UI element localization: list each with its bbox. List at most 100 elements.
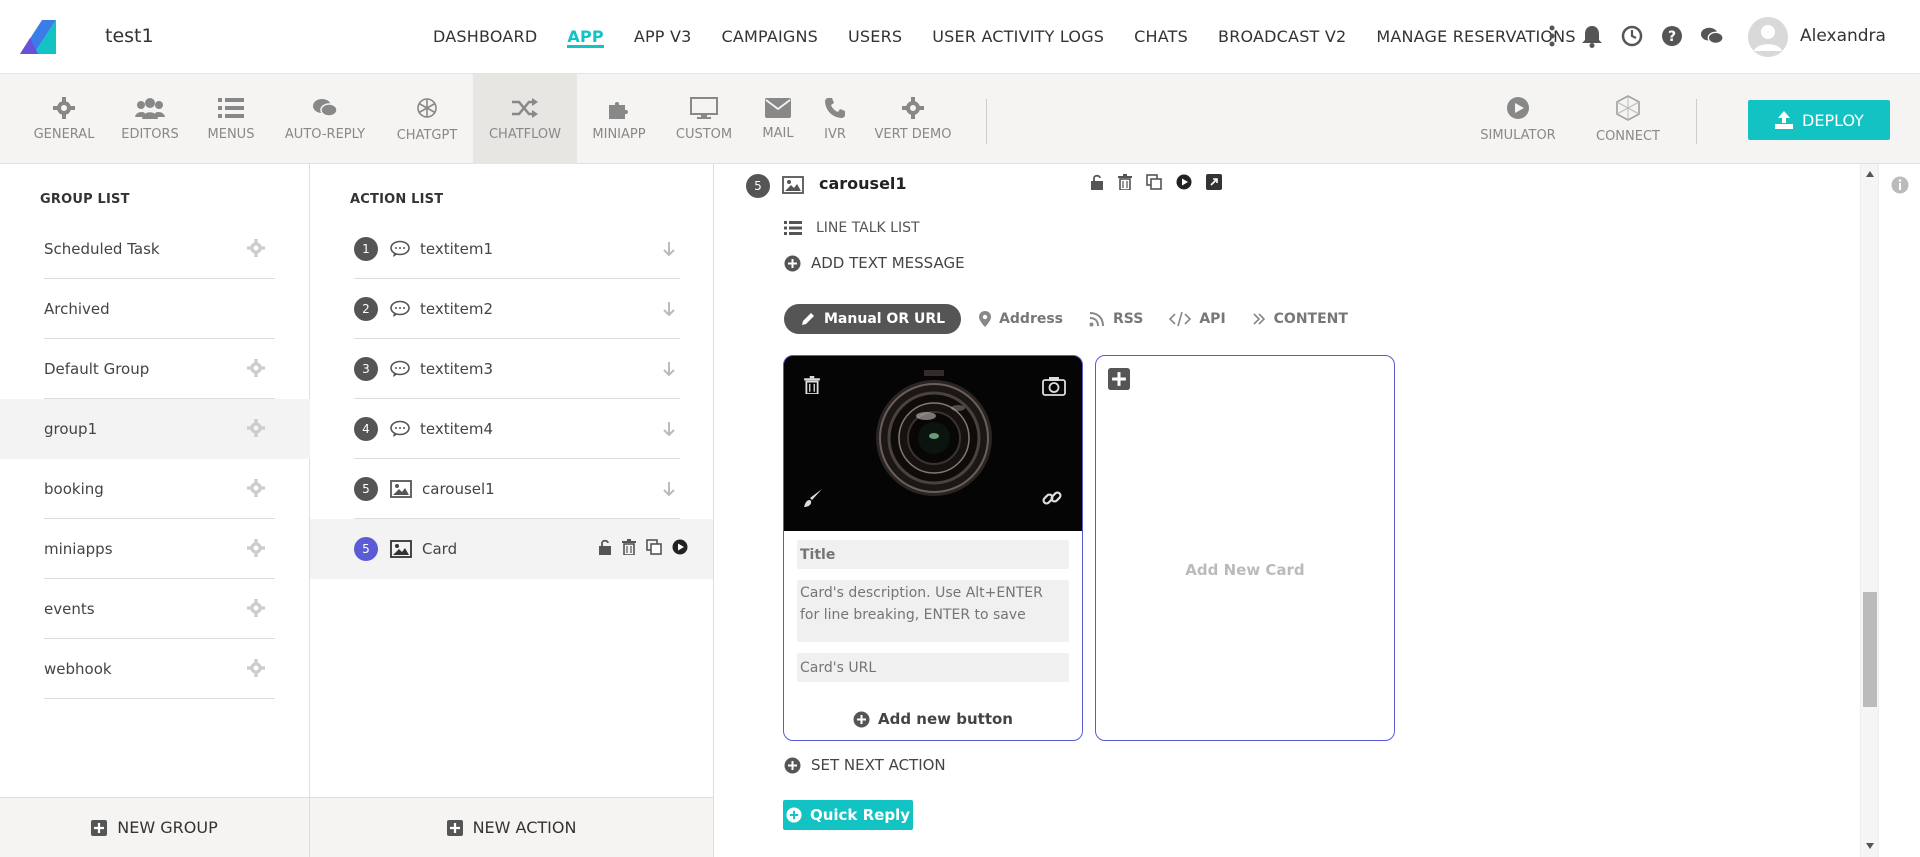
arrow-down-icon[interactable]: [662, 481, 676, 497]
trash-icon[interactable]: [804, 376, 820, 394]
set-next-action-button[interactable]: SET NEXT ACTION: [784, 756, 946, 774]
nav-chats[interactable]: CHATS: [1134, 0, 1188, 74]
unlock-icon[interactable]: [1090, 174, 1104, 190]
nav-app-v3[interactable]: APP V3: [634, 0, 692, 74]
action-item-textitem2[interactable]: 2 textitem2: [354, 279, 680, 339]
trash-icon[interactable]: [1118, 174, 1132, 190]
group-item-miniapps[interactable]: miniapps: [44, 519, 275, 579]
tab-manual-or-url[interactable]: Manual OR URL: [784, 304, 962, 334]
step-title[interactable]: carousel1: [819, 174, 907, 193]
group-item-booking[interactable]: booking: [44, 459, 275, 519]
clock-icon[interactable]: [1620, 22, 1644, 50]
action-item-textitem4[interactable]: 4 textitem4: [354, 399, 680, 459]
tool-chatgpt[interactable]: CHATGPT: [392, 74, 462, 164]
action-item-card[interactable]: 5 Card: [310, 519, 713, 579]
speech-bubble-icon: [390, 360, 410, 378]
tab-api[interactable]: API: [1169, 311, 1226, 327]
copy-icon[interactable]: [1146, 174, 1162, 190]
paintbrush-icon[interactable]: [802, 487, 824, 509]
tool-simulator[interactable]: SIMULATOR: [1476, 74, 1560, 164]
arrow-down-icon[interactable]: [662, 361, 676, 377]
card-image[interactable]: [784, 356, 1082, 531]
deploy-label: DEPLOY: [1802, 110, 1864, 130]
tool-custom[interactable]: CUSTOM: [672, 74, 736, 164]
camera-icon[interactable]: [1042, 376, 1066, 396]
nav-dashboard[interactable]: DASHBOARD: [433, 0, 537, 74]
group-item-webhook[interactable]: webhook: [44, 639, 275, 699]
card-description-input[interactable]: [797, 580, 1069, 642]
line-talk-list[interactable]: LINE TALK LIST: [784, 220, 920, 236]
gear-icon[interactable]: [247, 479, 265, 497]
tool-connect[interactable]: CONNECT: [1588, 74, 1668, 164]
quick-reply-button[interactable]: Quick Reply: [783, 800, 913, 830]
tool-vert-demo[interactable]: VERT DEMO: [872, 74, 954, 164]
chat-bubbles-icon[interactable]: [1700, 22, 1724, 50]
scroll-down-icon[interactable]: [1865, 842, 1875, 850]
deploy-button[interactable]: DEPLOY: [1748, 100, 1890, 140]
gear-icon[interactable]: [247, 359, 265, 377]
group-item-scheduled-task[interactable]: Scheduled Task: [44, 219, 275, 279]
group-item-group1[interactable]: group1: [0, 399, 310, 459]
gear-icon[interactable]: [247, 659, 265, 677]
tool-mail[interactable]: MAIL: [758, 74, 798, 164]
tool-ivr[interactable]: IVR: [818, 74, 852, 164]
add-new-card[interactable]: Add New Card: [1095, 355, 1395, 741]
new-group-button[interactable]: NEW GROUP: [0, 797, 309, 857]
tab-content[interactable]: CONTENT: [1252, 311, 1348, 327]
list-icon: [218, 97, 244, 118]
group-item-archived[interactable]: Archived: [44, 279, 275, 339]
tool-editors[interactable]: EDITORS: [118, 74, 182, 164]
tab-rss[interactable]: RSS: [1089, 311, 1143, 327]
action-item-tools: [598, 539, 688, 555]
gear-icon[interactable]: [247, 419, 265, 437]
gear-icon[interactable]: [247, 599, 265, 617]
card-url-input[interactable]: [797, 653, 1069, 682]
nav-campaigns[interactable]: CAMPAIGNS: [721, 0, 818, 74]
nav-app[interactable]: APP: [567, 0, 605, 74]
tab-address[interactable]: Address: [979, 311, 1063, 327]
avatar[interactable]: [1748, 17, 1788, 57]
nav-user-activity-logs[interactable]: USER ACTIVITY LOGS: [932, 0, 1104, 74]
gear-icon[interactable]: [247, 539, 265, 557]
user-name[interactable]: Alexandra: [1800, 26, 1886, 46]
action-item-textitem3[interactable]: 3 textitem3: [354, 339, 680, 399]
app-logo[interactable]: [20, 20, 56, 54]
arrow-down-icon[interactable]: [662, 301, 676, 317]
editor-scrollbar[interactable]: [1860, 164, 1878, 857]
action-item-carousel1[interactable]: 5 carousel1: [354, 459, 680, 519]
gear-icon[interactable]: [247, 239, 265, 257]
copy-icon[interactable]: [646, 539, 662, 555]
scrollbar-thumb[interactable]: [1863, 592, 1877, 707]
add-text-message-button[interactable]: ADD TEXT MESSAGE: [784, 254, 965, 272]
nav-users[interactable]: USERS: [848, 0, 902, 74]
plus-square-icon[interactable]: [1108, 368, 1130, 390]
card-title-input[interactable]: [797, 540, 1069, 569]
new-action-button[interactable]: NEW ACTION: [310, 797, 713, 857]
help-icon[interactable]: ?: [1660, 22, 1684, 50]
trash-icon[interactable]: [622, 539, 636, 555]
tool-menus[interactable]: MENUS: [206, 74, 256, 164]
tool-general[interactable]: GENERAL: [34, 74, 94, 164]
action-item-textitem1[interactable]: 1 textitem1: [354, 219, 680, 279]
module-toolbar: GENERAL EDITORS MENUS AUTO-REPLY CHATGPT…: [0, 74, 1920, 164]
nav-broadcast-v2[interactable]: BROADCAST V2: [1218, 0, 1346, 74]
gear-icon: [53, 96, 75, 119]
unlock-icon[interactable]: [598, 539, 612, 555]
arrow-down-icon[interactable]: [662, 421, 676, 437]
action-number: 5: [354, 537, 378, 561]
scroll-up-icon[interactable]: [1865, 170, 1875, 178]
play-circle-icon[interactable]: [672, 539, 688, 555]
link-icon[interactable]: [1041, 487, 1063, 509]
play-circle-icon[interactable]: [1176, 174, 1192, 190]
external-link-icon[interactable]: [1206, 174, 1222, 190]
tool-auto-reply[interactable]: AUTO-REPLY: [282, 74, 368, 164]
arrow-down-icon[interactable]: [662, 241, 676, 257]
tool-miniapp[interactable]: MINIAPP: [590, 74, 648, 164]
info-icon[interactable]: [1891, 176, 1909, 194]
add-new-button[interactable]: Add new button: [784, 710, 1082, 728]
more-vertical-icon[interactable]: [1540, 22, 1564, 50]
bell-icon[interactable]: [1580, 22, 1604, 50]
tool-chatflow[interactable]: CHATFLOW: [473, 74, 577, 164]
group-item-events[interactable]: events: [44, 579, 275, 639]
group-item-default-group[interactable]: Default Group: [44, 339, 275, 399]
